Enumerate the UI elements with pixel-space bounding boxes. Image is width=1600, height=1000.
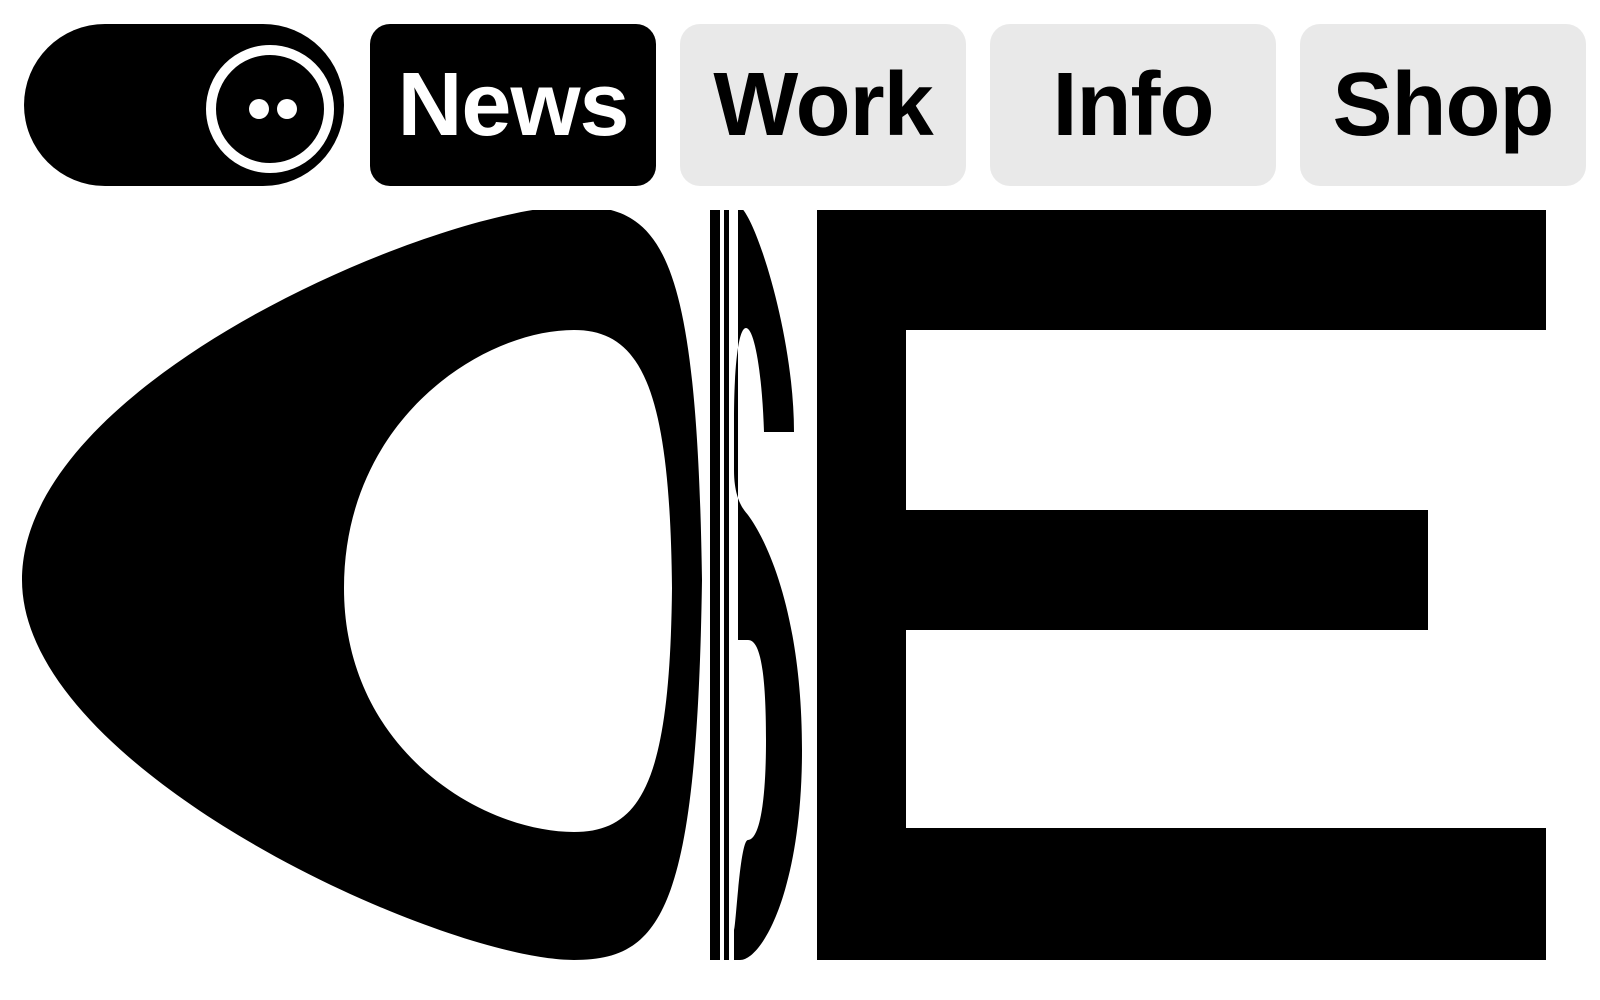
site-logo[interactable] xyxy=(22,210,1590,990)
logo-letter-s xyxy=(734,210,802,960)
tab-shop[interactable]: Shop xyxy=(1300,24,1586,186)
logo-letter-e xyxy=(817,210,1546,960)
tab-info[interactable]: Info xyxy=(990,24,1276,186)
theme-toggle[interactable] xyxy=(24,24,344,186)
smiley-face-icon[interactable] xyxy=(206,45,334,173)
top-navigation: News Work Info Shop xyxy=(24,24,1586,186)
logo-letter-o xyxy=(22,210,702,960)
right-eye xyxy=(277,99,297,119)
logo-bar-1 xyxy=(710,210,720,960)
left-eye xyxy=(249,99,269,119)
tab-news[interactable]: News xyxy=(370,24,656,186)
tab-work[interactable]: Work xyxy=(680,24,966,186)
logo-bar-2 xyxy=(724,210,729,960)
